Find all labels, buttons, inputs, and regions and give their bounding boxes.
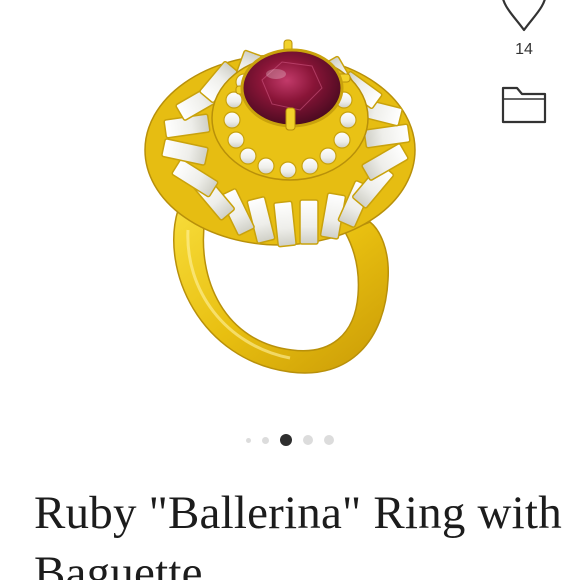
carousel-dot[interactable] (262, 436, 269, 444)
heart-outline-icon (502, 0, 546, 32)
folder-icon (501, 86, 547, 124)
product-detail-screen: 14 Ruby "Ballerina" Ring with Baguette (0, 0, 580, 580)
product-title: Ruby "Ballerina" Ring with Baguette (34, 487, 562, 580)
carousel-dot[interactable] (246, 437, 251, 443)
like-button[interactable] (496, 0, 552, 36)
carousel-dot[interactable] (324, 435, 334, 445)
like-count: 14 (515, 41, 533, 58)
carousel-dot[interactable] (303, 435, 313, 445)
save-to-collection-button[interactable] (498, 82, 550, 126)
carousel-dot-active[interactable] (280, 434, 292, 446)
image-carousel-dots (0, 433, 580, 447)
product-image[interactable] (0, 0, 480, 420)
